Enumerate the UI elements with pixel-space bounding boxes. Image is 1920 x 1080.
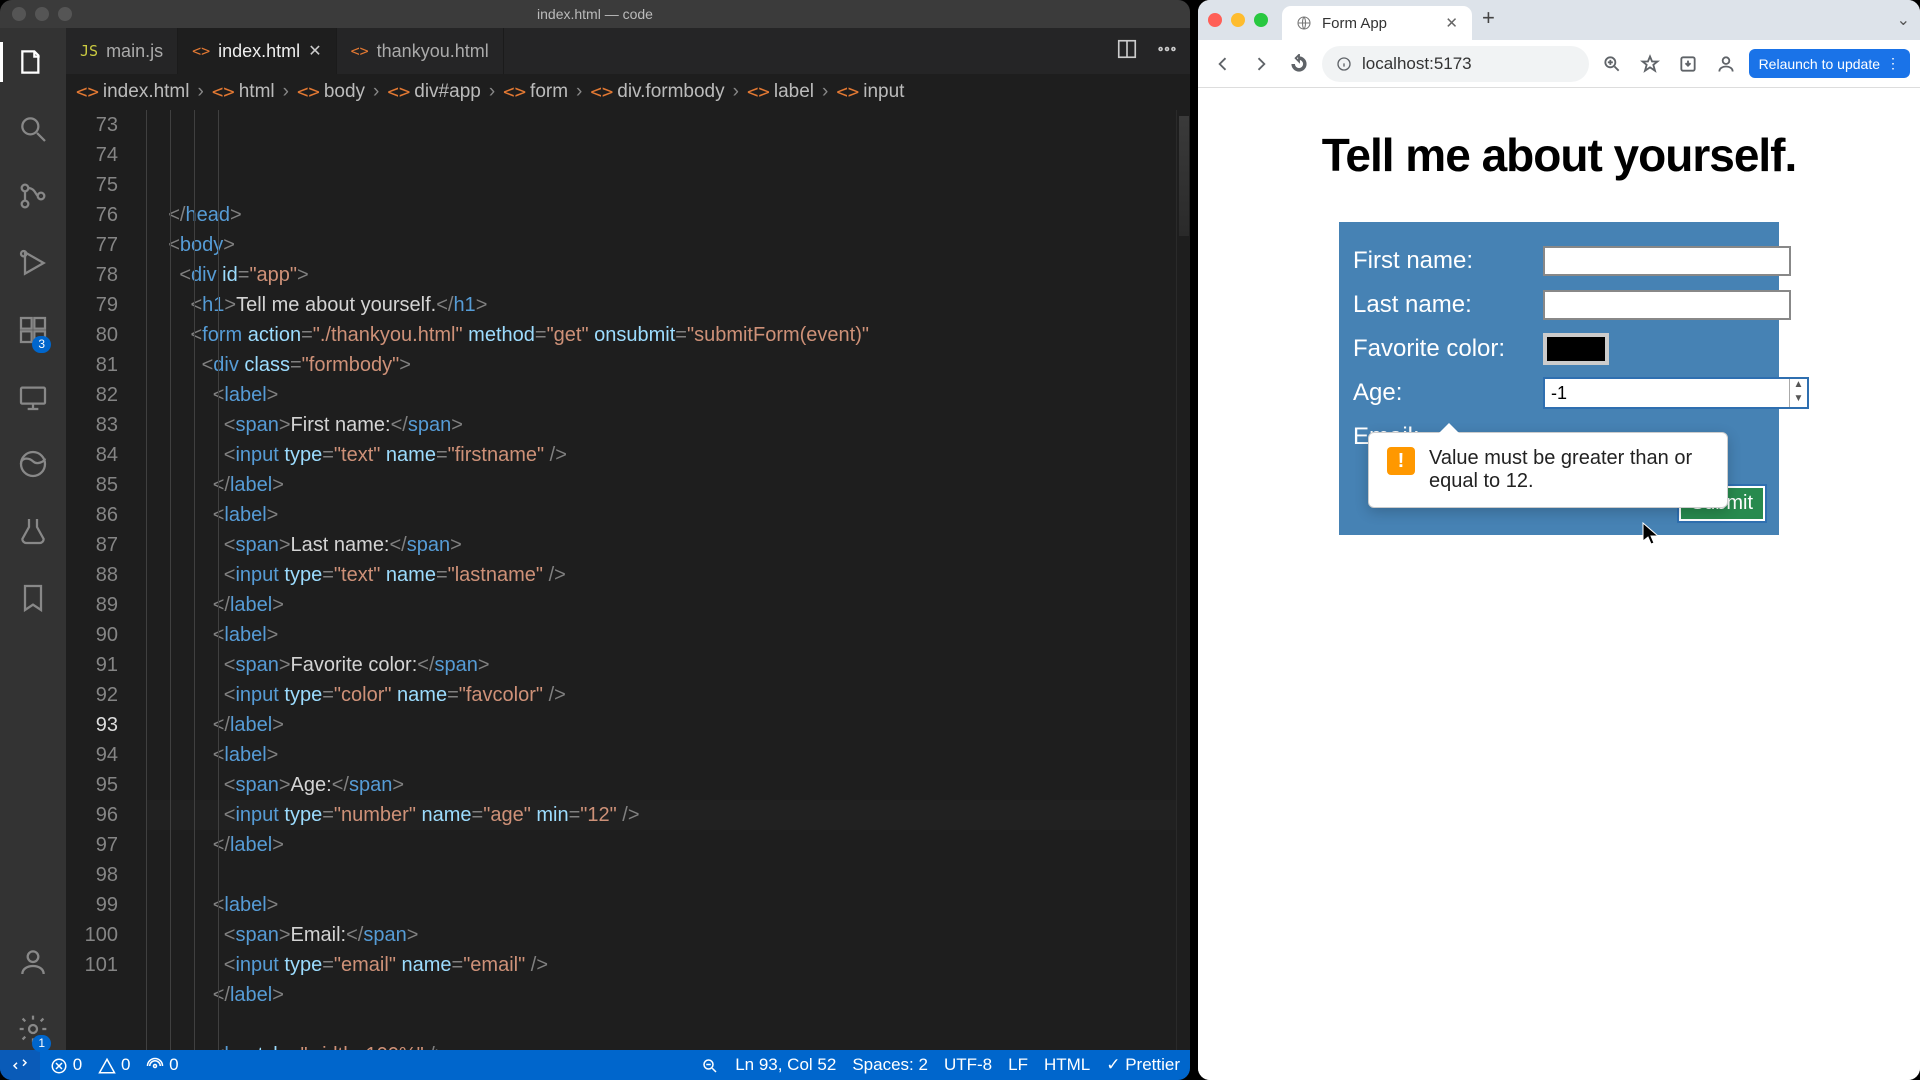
chrome-menu-icon[interactable]: ⋮ [1886, 55, 1900, 72]
code-content[interactable]: </head> <body> <div id="app"> <h1>Tell m… [146, 110, 1176, 1050]
extensions-icon[interactable]: 3 [17, 314, 49, 351]
number-stepper[interactable]: ▲▼ [1789, 379, 1807, 407]
site-info-icon[interactable] [1336, 56, 1352, 72]
breadcrumb-item[interactable]: <>body [297, 81, 365, 103]
edge-icon[interactable] [17, 448, 49, 485]
code-editor[interactable]: 7374757677787980818283848586878889909192… [66, 110, 1190, 1050]
split-editor-icon[interactable] [1116, 38, 1138, 65]
forward-button[interactable] [1246, 49, 1276, 79]
browser-window: Form App ✕ + ⌄ localhost:5173 Relaunch t… [1198, 0, 1920, 1080]
language-status[interactable]: HTML [1044, 1055, 1090, 1075]
relaunch-button[interactable]: Relaunch to update ⋮ [1749, 49, 1910, 78]
last-name-input[interactable] [1543, 290, 1791, 320]
eol-status[interactable]: LF [1008, 1055, 1028, 1075]
errors-count[interactable]: 0 [50, 1055, 82, 1075]
browser-tabstrip: Form App ✕ + ⌄ [1198, 0, 1920, 40]
vscode-window: index.html — code 3 [0, 0, 1190, 1080]
mouse-cursor [1642, 522, 1660, 551]
editor-tab[interactable]: JS main.js [66, 28, 178, 74]
first-name-label: First name: [1353, 247, 1543, 275]
window-title: index.html — code [537, 6, 653, 22]
close-icon[interactable]: ✕ [308, 41, 321, 61]
extensions-badge: 3 [32, 336, 51, 353]
profile-icon[interactable] [1711, 49, 1741, 79]
last-name-label: Last name: [1353, 291, 1543, 319]
install-button[interactable] [1673, 49, 1703, 79]
window-titlebar: index.html — code [0, 0, 1190, 28]
tab-label: main.js [106, 41, 163, 62]
line-gutter: 7374757677787980818283848586878889909192… [66, 110, 146, 1050]
page-content: Tell me about yourself. First name: Last… [1198, 88, 1920, 1080]
formatter-status[interactable]: ✓ Prettier [1106, 1055, 1180, 1075]
account-icon[interactable] [17, 946, 49, 983]
age-input[interactable] [1545, 379, 1789, 407]
search-icon[interactable] [17, 113, 49, 150]
encoding-status[interactable]: UTF-8 [944, 1055, 992, 1075]
tab-label: thankyou.html [377, 41, 489, 62]
breadcrumbs[interactable]: <>index.html›<>html›<>body›<>div#app›<>f… [66, 74, 1190, 110]
max-dot[interactable] [58, 7, 72, 21]
breadcrumb-item[interactable]: <>input [836, 81, 904, 103]
validation-message: Value must be greater than or equal to 1… [1429, 447, 1709, 493]
file-icon: <> [351, 42, 369, 60]
zoom-icon[interactable] [701, 1055, 719, 1075]
browser-tab[interactable]: Form App ✕ [1282, 6, 1472, 40]
color-label: Favorite color: [1353, 335, 1543, 363]
tab-title: Form App [1322, 15, 1387, 32]
mac-traffic-lights [1208, 13, 1268, 27]
editor-tab[interactable]: <> index.html ✕ [178, 28, 337, 74]
min-dot[interactable] [1231, 13, 1245, 27]
remote-status[interactable] [0, 1050, 40, 1080]
activity-bar: 3 1 [0, 28, 66, 1050]
breadcrumb-item[interactable]: <>div.formbody [590, 81, 724, 103]
breadcrumb-item[interactable]: <>label [747, 81, 814, 103]
breadcrumb-item[interactable]: <>html [212, 81, 275, 103]
settings-gear-icon[interactable]: 1 [17, 1013, 49, 1050]
new-tab-button[interactable]: + [1482, 5, 1495, 35]
zoom-button[interactable] [1597, 49, 1627, 79]
warnings-count[interactable]: 0 [98, 1055, 130, 1075]
tab-label: index.html [218, 41, 300, 62]
bookmark-icon[interactable] [17, 582, 49, 619]
tab-overflow-icon[interactable]: ⌄ [1897, 10, 1910, 30]
ports-count[interactable]: 0 [146, 1055, 178, 1075]
min-dot[interactable] [35, 7, 49, 21]
editor-tab[interactable]: <> thankyou.html [337, 28, 504, 74]
max-dot[interactable] [1254, 13, 1268, 27]
color-input[interactable] [1543, 333, 1609, 365]
more-actions-icon[interactable] [1156, 38, 1178, 65]
settings-badge: 1 [32, 1035, 51, 1052]
first-name-input[interactable] [1543, 246, 1791, 276]
file-icon: JS [80, 42, 98, 60]
editor-tab-row: JS main.js <> index.html ✕ <> thankyou.html [66, 28, 1190, 74]
age-label: Age: [1353, 379, 1543, 407]
breadcrumb-item[interactable]: <>div#app [387, 81, 480, 103]
back-button[interactable] [1208, 49, 1238, 79]
page-title: Tell me about yourself. [1228, 128, 1890, 182]
breadcrumb-item[interactable]: <>index.html [76, 81, 190, 103]
validation-tooltip: ! Value must be greater than or equal to… [1368, 432, 1728, 508]
close-dot[interactable] [1208, 13, 1222, 27]
indent-status[interactable]: Spaces: 2 [852, 1055, 928, 1075]
debug-icon[interactable] [17, 247, 49, 284]
reload-button[interactable] [1284, 49, 1314, 79]
close-dot[interactable] [12, 7, 26, 21]
minimap[interactable] [1176, 110, 1190, 1050]
testing-icon[interactable] [17, 515, 49, 552]
bookmark-star-icon[interactable] [1635, 49, 1665, 79]
scm-icon[interactable] [17, 180, 49, 217]
breadcrumb-item[interactable]: <>form [503, 81, 568, 103]
warning-icon: ! [1387, 447, 1415, 475]
cursor-position[interactable]: Ln 93, Col 52 [735, 1055, 836, 1075]
url-text: localhost:5173 [1362, 54, 1472, 74]
explorer-icon[interactable] [17, 46, 49, 83]
close-tab-icon[interactable]: ✕ [1445, 14, 1458, 32]
browser-toolbar: localhost:5173 Relaunch to update ⋮ [1198, 40, 1920, 88]
mac-traffic-lights [12, 7, 72, 21]
remote-icon[interactable] [17, 381, 49, 418]
address-bar[interactable]: localhost:5173 [1322, 46, 1589, 82]
file-icon: <> [192, 42, 210, 60]
status-bar: 0 0 0 Ln 93, Col 52 Spaces: 2 UTF-8 LF H… [0, 1050, 1190, 1080]
